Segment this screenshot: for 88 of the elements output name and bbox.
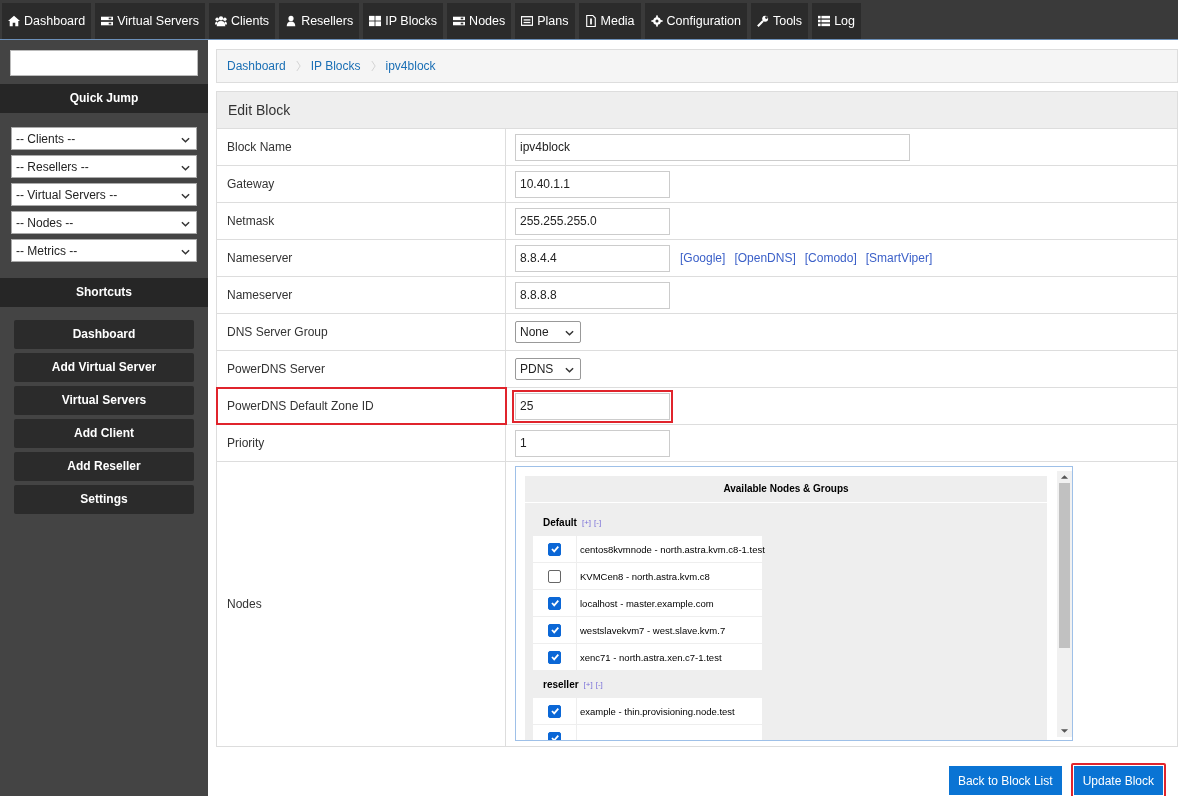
nav-tab[interactable]: Media: [578, 3, 641, 39]
shortcut-button[interactable]: Add Client: [14, 419, 194, 448]
list-icon: [818, 15, 831, 27]
quick-jump-dropdown[interactable]: -- Virtual Servers --: [11, 183, 197, 206]
field-label: Block Name: [227, 140, 292, 154]
shortcut-button[interactable]: Settings: [14, 485, 194, 514]
group-name: Default: [543, 517, 577, 528]
input-field[interactable]: 8.8.8.8: [515, 281, 670, 309]
nav-tab[interactable]: Virtual Servers: [95, 3, 205, 39]
nav-tab[interactable]: Log: [812, 3, 861, 39]
node-label: example - thin.provisioning.node.test: [580, 705, 735, 717]
input-field[interactable]: 255.255.255.0: [515, 207, 670, 235]
link[interactable]: [Comodo]: [804, 251, 857, 265]
input-field[interactable]: ipv4block: [515, 133, 910, 161]
shortcut-button[interactable]: Add Reseller: [14, 452, 194, 481]
breadcrumb-link[interactable]: Dashboard: [227, 59, 286, 73]
nav-tab[interactable]: Configuration: [644, 3, 747, 39]
node-label: centos8kvmnode - north.astra.kvm.c8-1.test: [580, 543, 765, 555]
section-header: Quick Jump: [0, 84, 208, 113]
quick-jump-dropdown[interactable]: -- Clients --: [11, 127, 197, 150]
field-label: Nodes: [227, 597, 262, 611]
collapse-link[interactable]: [-]: [594, 518, 602, 527]
quick-jump-dropdown[interactable]: -- Resellers --: [11, 155, 197, 178]
nav-tab[interactable]: Dashboard: [2, 3, 92, 39]
field-label: Netmask: [227, 214, 275, 228]
checkbox[interactable]: [548, 623, 561, 637]
wrench-icon: [756, 15, 769, 27]
quick-jump-dropdown[interactable]: -- Nodes --: [11, 211, 197, 234]
users-icon: [214, 15, 227, 27]
breadcrumb-link[interactable]: IP Blocks: [310, 59, 361, 73]
checkbox[interactable]: [548, 704, 561, 718]
action-button[interactable]: Update Block: [1070, 763, 1166, 796]
shortcut-button[interactable]: Add Virtual Server: [14, 353, 194, 382]
nav-tab[interactable]: Nodes: [447, 3, 512, 39]
checkbox[interactable]: [548, 569, 561, 583]
scroll-up-icon[interactable]: [1060, 474, 1069, 480]
quick-jump-dropdown[interactable]: -- Metrics --: [11, 239, 197, 262]
expand-link[interactable]: [+]: [583, 680, 593, 689]
search-field[interactable]: [10, 50, 198, 76]
group-name: reseller: [543, 679, 579, 690]
field-label: PowerDNS Default Zone ID: [227, 399, 374, 413]
nav-tab[interactable]: Tools: [750, 3, 809, 39]
field-label: PowerDNS Server: [227, 362, 326, 376]
field-label: Nameserver: [227, 251, 293, 265]
shortcut-button[interactable]: Virtual Servers: [14, 386, 194, 415]
field-label: Priority: [227, 436, 265, 450]
card-icon: [521, 15, 534, 27]
nav-tab[interactable]: Resellers: [279, 3, 360, 39]
server-icon: [101, 15, 114, 27]
separator-icon: [295, 59, 301, 73]
breadcrumb-link[interactable]: ipv4block: [385, 59, 436, 73]
checkbox[interactable]: [548, 542, 561, 556]
checkbox[interactable]: [548, 596, 561, 610]
field-label: Nameserver: [227, 288, 293, 302]
home-icon: [8, 15, 20, 27]
field-label: Gateway: [227, 177, 275, 191]
node-label: westslavekvm7 - west.slave.kvm.7: [580, 624, 726, 636]
link[interactable]: [Google]: [680, 251, 726, 265]
input-field[interactable]: 10.40.1.1: [515, 170, 670, 198]
node-label: xenc71 - north.astra.xen.c7-1.test: [580, 651, 722, 663]
expand-link[interactable]: [+]: [581, 518, 592, 527]
section-header: Shortcuts: [0, 278, 208, 307]
separator-icon: [370, 59, 376, 73]
dropdown[interactable]: PDNS: [515, 358, 581, 380]
grid-icon: [369, 15, 382, 27]
user-icon: [285, 15, 298, 27]
scrollbar[interactable]: [1057, 471, 1072, 737]
dropdown[interactable]: None: [515, 321, 581, 343]
link[interactable]: [OpenDNS]: [734, 251, 796, 265]
checkbox[interactable]: [548, 650, 561, 664]
list-heading: Available Nodes & Groups: [525, 476, 1047, 503]
scroll-down-icon[interactable]: [1060, 728, 1069, 734]
shortcut-button[interactable]: Dashboard: [14, 320, 194, 349]
input-field[interactable]: 8.8.4.4: [515, 244, 670, 272]
collapse-link[interactable]: [-]: [595, 680, 603, 689]
field-label: DNS Server Group: [227, 325, 328, 339]
input-field[interactable]: 1: [515, 429, 670, 457]
server-icon: [453, 15, 466, 27]
nav-tab[interactable]: Plans: [515, 3, 575, 39]
nav-tab[interactable]: Clients: [208, 3, 276, 39]
node-label: KVMCen8 - north.astra.kvm.c8: [580, 570, 710, 582]
settings-icon: [650, 15, 663, 27]
node-label: localhost - master.example.com: [580, 597, 714, 609]
file-icon: [584, 15, 597, 27]
panel-title: Edit Block: [217, 92, 1177, 129]
nav-tab[interactable]: IP Blocks: [363, 3, 444, 39]
input-field[interactable]: 25: [515, 392, 670, 420]
link[interactable]: [SmartViper]: [865, 251, 933, 265]
